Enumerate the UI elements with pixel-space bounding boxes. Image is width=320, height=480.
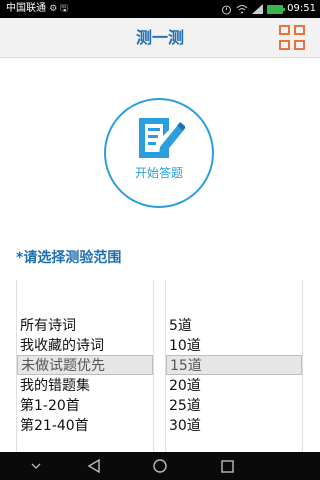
recents-button[interactable]: [207, 452, 247, 480]
range-option[interactable]: 我收藏的诗词: [17, 336, 153, 356]
grid-icon: [279, 25, 290, 35]
edit-document-icon: [139, 118, 185, 158]
count-option[interactable]: 25道: [166, 396, 302, 416]
back-triangle-icon: [87, 459, 100, 473]
status-right: 09:51: [221, 0, 316, 18]
range-prompt: *请选择测验范围: [16, 250, 122, 266]
notification-icons: ⚙ 🖫: [49, 4, 68, 14]
count-option[interactable]: 10道: [166, 336, 302, 356]
signal-icon: [252, 4, 264, 14]
grid-menu-button[interactable]: [279, 25, 306, 51]
count-option[interactable]: 30道: [166, 416, 302, 436]
grid-icon: [279, 40, 290, 50]
wifi-icon: [236, 5, 248, 14]
range-option[interactable]: 所有诗词: [17, 316, 153, 336]
screen: 中国联通 ⚙ 🖫 09:51 测一测 开始答题 *请选择测验范围 所有诗词 我收…: [0, 0, 320, 480]
count-option-selected[interactable]: 15道: [166, 355, 302, 375]
start-quiz-button[interactable]: 开始答题: [104, 98, 214, 208]
range-option[interactable]: 第21-40首: [17, 416, 153, 436]
count-option[interactable]: 5道: [166, 316, 302, 336]
grid-icon: [294, 25, 305, 35]
grid-icon: [294, 40, 305, 50]
clock: 09:51: [287, 3, 316, 14]
range-option[interactable]: 第1-20首: [17, 396, 153, 416]
range-option[interactable]: 我的错题集: [17, 376, 153, 396]
home-circle-icon: [153, 459, 167, 473]
status-bar: 中国联通 ⚙ 🖫 09:51: [0, 0, 320, 18]
battery-icon: [267, 4, 286, 14]
navigation-bar: [0, 452, 320, 480]
question-count-picker[interactable]: 5道 10道 15道 20道 25道 30道: [165, 280, 303, 452]
range-picker[interactable]: 所有诗词 我收藏的诗词 未做试题优先 我的错题集 第1-20首 第21-40首: [16, 280, 154, 452]
start-quiz-label: 开始答题: [134, 166, 183, 180]
status-left: 中国联通 ⚙ 🖫: [6, 0, 68, 18]
header-bar: 测一测: [0, 18, 320, 58]
chevron-down-icon: [31, 463, 41, 469]
back-button[interactable]: [74, 452, 114, 480]
home-button[interactable]: [140, 452, 180, 480]
alarm-icon: [222, 5, 232, 14]
page-title: 测一测: [135, 28, 184, 47]
recents-square-icon: [220, 459, 234, 473]
range-option-selected[interactable]: 未做试题优先: [17, 355, 153, 375]
count-option[interactable]: 20道: [166, 376, 302, 396]
hide-keyboard-button[interactable]: [16, 452, 56, 480]
carrier-label: 中国联通: [6, 3, 46, 14]
